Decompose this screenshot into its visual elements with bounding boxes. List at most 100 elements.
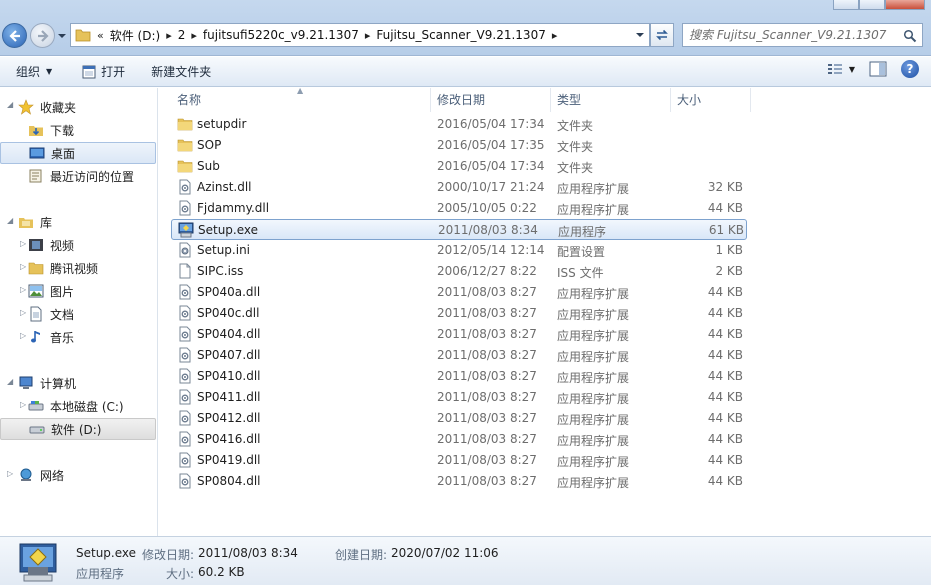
file-modified-date: 2011/08/03 8:27 [437,453,537,467]
file-row[interactable]: SP0412.dll 2011/08/03 8:27 应用程序扩展 44 KB [171,408,747,429]
file-row[interactable]: Setup.exe 2011/08/03 8:34 应用程序 61 KB [171,219,747,240]
folder-icon [177,158,193,174]
document-icon [28,306,44,322]
file-row[interactable]: Setup.ini 2012/05/14 12:14 配置设置 1 KB [171,240,747,261]
chevron-right-icon[interactable]: ▸ [552,29,558,42]
file-row[interactable]: SOP 2016/05/04 17:35 文件夹 [171,135,747,156]
help-icon[interactable]: ? [901,60,919,78]
file-name: SP0410.dll [197,369,261,383]
nav-local-disk-c[interactable]: 本地磁盘 (C:) [0,395,156,417]
chevron-right-icon[interactable]: ▸ [191,29,197,42]
nav-videos[interactable]: 视频 [0,234,156,256]
nav-tencent-video[interactable]: 腾讯视频 [0,257,156,279]
file-row[interactable]: SP0419.dll 2011/08/03 8:27 应用程序扩展 44 KB [171,450,747,471]
nav-pictures[interactable]: 图片 [0,280,156,302]
file-row[interactable]: Fjdammy.dll 2005/10/05 0:22 应用程序扩展 44 KB [171,198,747,219]
address-dropdown-icon[interactable] [635,31,645,39]
nav-recent-places[interactable]: 最近访问的位置 [0,165,156,187]
chevron-right-icon[interactable]: ▸ [365,29,371,42]
search-box[interactable] [682,23,923,47]
refresh-button[interactable] [650,23,674,47]
open-button[interactable]: 打开 [74,60,133,84]
file-row[interactable]: SP0804.dll 2011/08/03 8:27 应用程序扩展 44 KB [171,471,747,492]
nav-documents[interactable]: 文档 [0,303,156,325]
file-modified-date: 2016/05/04 17:34 [437,117,545,131]
organize-button[interactable]: 组织 ▼ [8,60,60,84]
preview-pane-icon[interactable] [869,61,887,77]
application-icon [82,65,96,78]
file-size: 44 KB [707,285,743,299]
nav-favorites[interactable]: 收藏夹 [0,96,156,118]
file-row[interactable]: SP0404.dll 2011/08/03 8:27 应用程序扩展 44 KB [171,324,747,345]
dll-file-icon [177,179,193,195]
minimize-button[interactable] [833,0,859,10]
nav-computer[interactable]: 计算机 [0,372,156,394]
file-modified-date: 2011/08/03 8:27 [437,474,537,488]
nav-label: 视频 [50,238,75,253]
nav-libraries[interactable]: 库 [0,211,156,233]
title-bar: « 软件 (D:) ▸ 2 ▸ fujitsufi5220c_v9.21.130… [0,0,931,56]
star-icon [18,99,34,115]
address-bar[interactable]: « 软件 (D:) ▸ 2 ▸ fujitsufi5220c_v9.21.130… [70,23,650,47]
file-type: 应用程序扩展 [557,371,630,385]
breadcrumb-overflow[interactable]: « [97,29,104,42]
breadcrumb-folder-2[interactable]: 2 [178,28,186,42]
nav-desktop[interactable]: 桌面 [0,142,156,164]
column-header-size[interactable]: 大小 [671,88,751,112]
file-row[interactable]: Azinst.dll 2000/10/17 21:24 应用程序扩展 32 KB [171,177,747,198]
file-name: Fjdammy.dll [197,201,270,215]
dll-file-icon [177,347,193,363]
file-modified-date: 2011/08/03 8:27 [437,285,537,299]
nav-downloads[interactable]: 下载 [0,119,156,141]
file-modified-date: 2011/08/03 8:27 [437,306,537,320]
file-row[interactable]: SP040a.dll 2011/08/03 8:27 应用程序扩展 44 KB [171,282,747,303]
file-row[interactable]: SIPC.iss 2006/12/27 8:22 ISS 文件 2 KB [171,261,747,282]
dll-file-icon [177,305,193,321]
arrow-right-icon [37,29,49,42]
forward-button[interactable] [30,23,55,48]
new-folder-button[interactable]: 新建文件夹 [143,60,219,84]
breadcrumb-folder-fujitsufi[interactable]: fujitsufi5220c_v9.21.1307 [203,28,359,42]
nav-music[interactable]: 音乐 [0,326,156,348]
file-row[interactable]: setupdir 2016/05/04 17:34 文件夹 [171,114,747,135]
nav-label: 软件 (D:) [51,422,102,437]
view-options-button[interactable]: ▼ [827,62,855,76]
column-header-type[interactable]: 类型 [551,88,671,112]
breadcrumb-current[interactable]: Fujitsu_Scanner_V9.21.1307 [376,28,545,42]
file-name: SP0804.dll [197,474,261,488]
file-name: SP0412.dll [197,411,261,425]
folder-icon [75,29,91,42]
maximize-button[interactable] [859,0,885,10]
details-size-label: 大小: [166,567,195,581]
breadcrumb-drive[interactable]: 软件 (D:) [110,27,160,44]
file-row[interactable]: SP040c.dll 2011/08/03 8:27 应用程序扩展 44 KB [171,303,747,324]
back-button[interactable] [2,23,27,48]
folder-icon [177,116,193,132]
column-header-date[interactable]: 修改日期 [431,88,551,112]
file-type: 应用程序扩展 [557,413,630,427]
search-icon[interactable] [903,29,917,43]
file-row[interactable]: Sub 2016/05/04 17:34 文件夹 [171,156,747,177]
nav-label: 最近访问的位置 [50,169,135,184]
file-type: 应用程序扩展 [557,308,630,322]
dll-file-icon [177,473,193,489]
file-row[interactable]: SP0411.dll 2011/08/03 8:27 应用程序扩展 44 KB [171,387,747,408]
nav-network[interactable]: 网络 [0,464,156,486]
nav-soft-disk-d[interactable]: 软件 (D:) [0,418,156,440]
picture-icon [28,283,44,299]
chevron-right-icon[interactable]: ▸ [166,29,172,42]
search-input[interactable] [689,28,899,42]
view-list-icon [827,64,842,74]
file-modified-date: 2011/08/03 8:27 [437,327,537,341]
refresh-icon [656,29,668,41]
nav-label: 桌面 [51,146,76,161]
file-size: 44 KB [707,306,743,320]
file-name: SOP [197,138,222,152]
nav-label: 文档 [50,307,75,322]
file-row[interactable]: SP0407.dll 2011/08/03 8:27 应用程序扩展 44 KB [171,345,747,366]
recent-pages-dropdown-icon[interactable] [57,32,67,40]
file-row[interactable]: SP0416.dll 2011/08/03 8:27 应用程序扩展 44 KB [171,429,747,450]
file-row[interactable]: SP0410.dll 2011/08/03 8:27 应用程序扩展 44 KB [171,366,747,387]
close-button[interactable] [885,0,925,10]
dll-file-icon [177,284,193,300]
